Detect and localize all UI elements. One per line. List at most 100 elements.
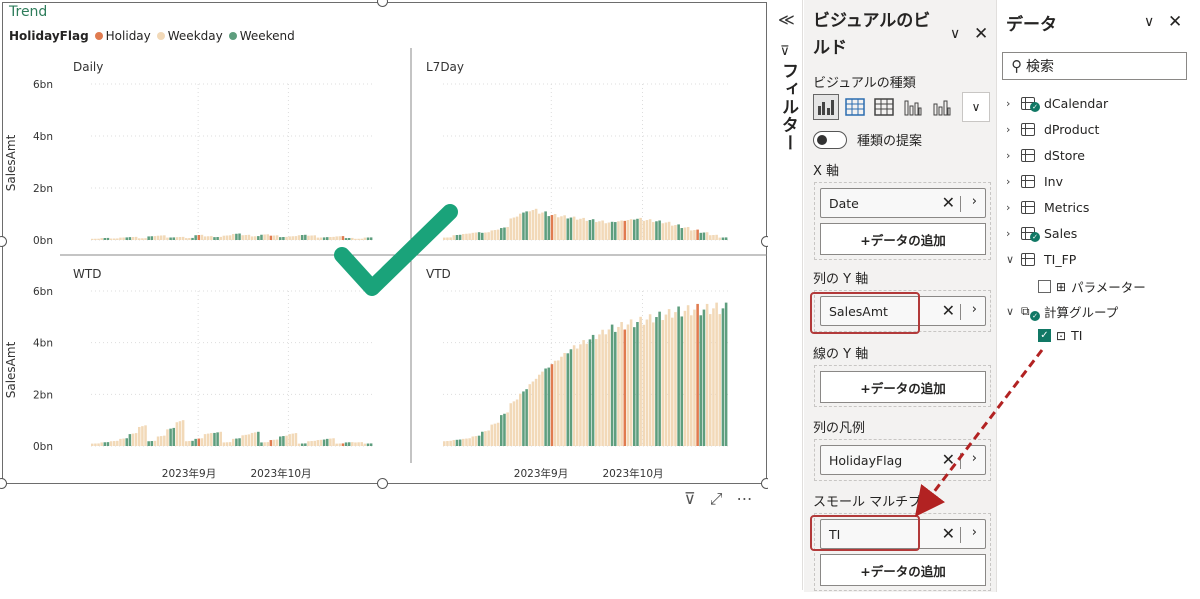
- bar: [531, 210, 535, 240]
- y-axis-title: SalesAmt: [4, 134, 18, 191]
- filter-icon[interactable]: ⊽: [684, 489, 696, 509]
- line-y-axis-well[interactable]: +データの追加: [814, 365, 991, 407]
- bar: [272, 439, 276, 446]
- bar: [503, 413, 506, 446]
- bar: [715, 302, 718, 446]
- add-data-button[interactable]: +データの追加: [820, 223, 986, 255]
- table-visual-icon[interactable]: [871, 94, 897, 120]
- chevron-down-icon[interactable]: ∨: [950, 26, 960, 42]
- resize-handle[interactable]: [377, 478, 388, 489]
- bar: [458, 439, 462, 446]
- bar: [285, 435, 288, 446]
- remove-field-icon[interactable]: ✕: [942, 450, 955, 469]
- bar: [257, 236, 260, 240]
- bar: [642, 324, 646, 446]
- tree-item-ti-fp[interactable]: ∨ TI_FP: [1006, 251, 1076, 267]
- bar: [528, 384, 532, 446]
- bar: [715, 234, 718, 240]
- bar: [639, 217, 642, 240]
- tree-item-dproduct[interactable]: › dProduct: [1006, 121, 1099, 137]
- tree-item-calc-group[interactable]: ∨ ⧉ ✓ 計算グループ: [1006, 302, 1118, 321]
- chevron-right-icon[interactable]: ›: [972, 194, 977, 209]
- field-checkbox-checked[interactable]: ✓: [1038, 329, 1051, 342]
- chevron-right-icon[interactable]: ›: [972, 451, 977, 466]
- focus-mode-icon[interactable]: ⤢: [710, 489, 723, 509]
- bar: [338, 443, 342, 446]
- chevron-right-icon[interactable]: ›: [972, 302, 977, 317]
- add-data-button[interactable]: +データの追加: [820, 554, 986, 586]
- bar: [569, 217, 573, 240]
- chevron-right-icon[interactable]: ›: [1006, 175, 1016, 188]
- chevron-down-icon[interactable]: ∨: [1006, 305, 1016, 318]
- bar: [232, 234, 235, 240]
- chevron-down-icon[interactable]: ∨: [1006, 253, 1016, 266]
- bar: [566, 218, 570, 240]
- bar: [156, 235, 160, 240]
- chevron-right-icon[interactable]: ›: [1006, 123, 1016, 136]
- type-suggestion-toggle[interactable]: [813, 130, 847, 149]
- bar: [147, 441, 150, 446]
- legend-field-pill[interactable]: HolidayFlag ✕ ›: [820, 445, 986, 475]
- remove-field-icon[interactable]: ✕: [942, 524, 955, 543]
- bar: [307, 441, 310, 446]
- y-tick-label: 4bn: [33, 338, 53, 350]
- tree-item-metrics[interactable]: › Metrics: [1006, 199, 1089, 215]
- bar: [300, 235, 304, 240]
- search-input[interactable]: ⚲ 検索: [1002, 52, 1187, 80]
- tree-item-parameter[interactable]: ⊞ パラメーター: [1038, 277, 1146, 296]
- bar: [515, 216, 519, 240]
- chevron-right-icon[interactable]: ›: [1006, 227, 1016, 240]
- bar: [163, 435, 166, 446]
- bar: [724, 302, 728, 446]
- close-icon[interactable]: ✕: [974, 24, 988, 44]
- tree-item-sales[interactable]: › ✓ Sales: [1006, 225, 1077, 242]
- tree-item-dcalendar[interactable]: › ✓ dCalendar: [1006, 95, 1108, 112]
- bar: [138, 238, 141, 240]
- legend-well[interactable]: HolidayFlag ✕ ›: [814, 439, 991, 481]
- matrix-icon[interactable]: [842, 94, 868, 120]
- field-checkbox[interactable]: [1038, 280, 1051, 293]
- bar: [522, 212, 525, 240]
- powerbi-editor: Trend HolidayFlag Holiday Weekday Weeken…: [0, 0, 1200, 599]
- bar: [279, 436, 282, 446]
- bar: [91, 238, 94, 240]
- add-data-button[interactable]: +データの追加: [820, 371, 986, 403]
- bar: [718, 237, 722, 240]
- clustered-column-chart-icon[interactable]: [813, 94, 839, 120]
- bar: [572, 216, 576, 240]
- tree-item-ti[interactable]: ✓ ⊡ TI: [1038, 328, 1082, 343]
- stacked-column-chart-icon[interactable]: [929, 94, 955, 120]
- chevron-down-icon[interactable]: ∨: [962, 92, 990, 122]
- close-icon[interactable]: ✕: [1168, 12, 1182, 32]
- chevron-right-icon[interactable]: ›: [972, 525, 977, 540]
- chevron-down-icon[interactable]: ∨: [1144, 14, 1154, 30]
- chevron-right-icon[interactable]: ›: [1006, 201, 1016, 214]
- bar: [175, 237, 179, 240]
- remove-field-icon[interactable]: ✕: [942, 301, 955, 320]
- bar: [266, 442, 269, 446]
- collapse-icon[interactable]: ≪: [778, 10, 795, 29]
- filter-pane-collapsed[interactable]: ≪ ⊽ フィルター: [768, 0, 803, 590]
- more-options-icon[interactable]: ⋯: [737, 489, 753, 509]
- remove-field-icon[interactable]: ✕: [942, 193, 955, 212]
- filter-pane-label[interactable]: フィルター: [776, 62, 801, 152]
- tree-item-dstore[interactable]: › dStore: [1006, 147, 1085, 163]
- bar: [696, 303, 699, 446]
- tree-item-inv[interactable]: › Inv: [1006, 173, 1063, 189]
- bar: [623, 220, 627, 240]
- bar: [313, 235, 316, 240]
- bar: [610, 221, 614, 240]
- bar: [500, 228, 503, 240]
- x-axis-field-pill[interactable]: Date ✕ ›: [820, 188, 986, 218]
- viz-type-label: ビジュアルの種類: [813, 76, 916, 91]
- data-pane: データ ∨ ✕ ⚲ 検索 › ✓ dCalendar › dProduct › …: [998, 0, 1193, 592]
- chevron-right-icon[interactable]: ›: [1006, 97, 1016, 110]
- bar: [238, 438, 241, 446]
- chevron-right-icon[interactable]: ›: [1006, 149, 1016, 162]
- bar: [588, 339, 592, 446]
- column-chart-icon[interactable]: [900, 94, 926, 120]
- bar: [712, 308, 715, 446]
- resize-handle[interactable]: [0, 478, 7, 489]
- x-axis-well[interactable]: Date ✕ › +データの追加: [814, 182, 991, 260]
- bar: [712, 235, 715, 240]
